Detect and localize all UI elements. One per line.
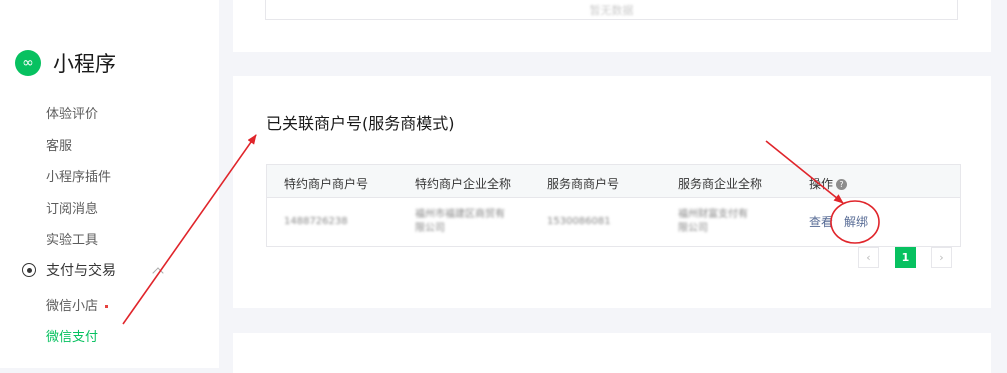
linked-merchants-card: 已关联商户号(服务商模式) 特约商户商户号 特约商户企业全称 服务商商户号 服务… [233, 76, 991, 308]
column-header: 服务商企业全称 [678, 177, 763, 191]
unbind-link[interactable]: 解绑 [844, 213, 868, 230]
sidebar-item-subscribe-messages[interactable]: 订阅消息 [46, 198, 98, 217]
view-link[interactable]: 查看 [809, 213, 833, 230]
new-dot-badge [105, 305, 109, 308]
sidebar-item-wechat-shop[interactable]: 微信小店 [46, 295, 109, 314]
page-1-button[interactable]: 1 [895, 247, 916, 268]
chevron-up-icon[interactable] [152, 267, 164, 279]
brand-name: 小程序 [53, 52, 116, 76]
empty-text: 暂无数据 [589, 4, 634, 17]
top-card: 暂无数据 [233, 0, 991, 52]
sidebar-item-customer-service[interactable]: 客服 [46, 135, 72, 154]
section-title: 已关联商户号(服务商模式) [266, 114, 455, 133]
column-header: 特约商户企业全称 [415, 177, 512, 191]
brand: ∞ 小程序 [15, 48, 116, 78]
payment-circle-icon [22, 263, 36, 277]
column-header-actions: 操作? [809, 175, 848, 192]
sidebar-group-label: 支付与交易 [46, 263, 116, 279]
column-header: 特约商户商户号 [284, 177, 369, 191]
sidebar-group-payment[interactable]: 支付与交易 [22, 260, 164, 280]
provider-id-cell: 1530086081 [547, 216, 611, 227]
help-icon[interactable]: ? [836, 179, 848, 190]
merchants-table: 特约商户商户号 特约商户企业全称 服务商商户号 服务商企业全称 操作? 1488… [266, 164, 961, 247]
prev-page-button[interactable]: ‹ [858, 247, 879, 268]
sidebar-item-experiment-tools[interactable]: 实验工具 [46, 229, 98, 248]
provider-name-cell: 福州财富支付有限公司 [678, 209, 748, 234]
table-header: 特约商户商户号 特约商户企业全称 服务商商户号 服务商企业全称 操作? [267, 165, 960, 198]
empty-table: 暂无数据 [265, 0, 958, 20]
merchant-name-cell: 福州市福建区商贸有限公司 [415, 209, 505, 234]
sidebar-item-wechat-pay[interactable]: 微信支付 [46, 326, 98, 345]
table-row: 1488726238 福州市福建区商贸有限公司 1530086081 福州财富支… [267, 198, 960, 246]
column-header: 服务商商户号 [547, 177, 620, 191]
mini-program-logo-icon: ∞ [15, 50, 41, 76]
merchant-id-cell: 1488726238 [284, 216, 348, 227]
sidebar-item-experience-review[interactable]: 体验评价 [46, 103, 98, 122]
bottom-card [233, 333, 991, 373]
sidebar-item-plugins[interactable]: 小程序插件 [46, 166, 111, 185]
column-header: 操作 [809, 177, 834, 191]
next-page-button[interactable]: › [931, 247, 952, 268]
sidebar: ∞ 小程序 体验评价 客服 小程序插件 订阅消息 实验工具 支付与交易 微信小店… [0, 0, 219, 368]
sidebar-item-label: 微信小店 [46, 299, 99, 314]
